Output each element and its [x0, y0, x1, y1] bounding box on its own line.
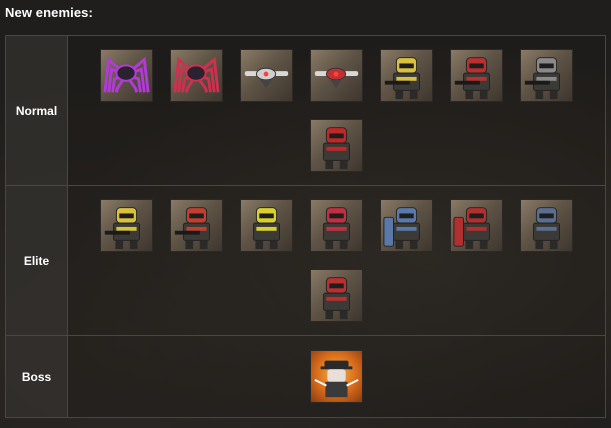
shield-bearer-blue-icon	[383, 207, 420, 250]
enemy-portrait[interactable]	[310, 49, 363, 102]
heavy-armor-blue-icon	[533, 207, 560, 250]
row-label-normal: Normal	[6, 36, 68, 185]
enemy-portrait[interactable]	[310, 199, 363, 252]
enemy-portrait[interactable]	[310, 269, 363, 322]
rifleman-red-hood-icon	[454, 57, 490, 100]
rifleman-grey-helmet-icon	[524, 57, 560, 100]
row-normal-portraits	[69, 36, 605, 185]
rifleman-yellow-icon	[384, 57, 420, 100]
enemy-portrait[interactable]	[450, 199, 503, 252]
section-heading: New enemies:	[5, 5, 93, 20]
heavy-gunner-yellow-icon	[104, 207, 140, 250]
gunslinger-boss-icon	[314, 360, 359, 398]
enemy-portrait[interactable]	[380, 199, 433, 252]
row-boss: Boss	[6, 336, 605, 417]
spider-drone-purple-icon	[103, 56, 150, 93]
enemy-portrait[interactable]	[170, 49, 223, 102]
enemy-portrait[interactable]	[520, 199, 573, 252]
mech-trooper-yellow-icon	[253, 207, 280, 250]
enemy-portrait[interactable]	[100, 49, 153, 102]
row-label-boss: Boss	[6, 336, 68, 417]
enemy-portrait[interactable]	[450, 49, 503, 102]
hover-drone-red-icon	[314, 67, 359, 89]
row-label-elite: Elite	[6, 186, 68, 335]
enemy-portrait[interactable]	[380, 49, 433, 102]
row-normal: Normal	[6, 36, 605, 186]
enemy-portrait[interactable]	[240, 49, 293, 102]
enemy-portrait[interactable]	[170, 199, 223, 252]
enemy-portrait[interactable]	[520, 49, 573, 102]
enemy-roster-table: Normal Elite Boss	[5, 35, 606, 418]
gasmask-soldier-red-icon	[323, 127, 350, 170]
shield-bearer-red-icon	[453, 207, 490, 250]
mech-trooper-red-icon	[323, 207, 350, 250]
enemy-portrait[interactable]	[310, 119, 363, 172]
enemy-portrait[interactable]	[100, 199, 153, 252]
enemy-portrait[interactable]	[310, 350, 363, 403]
row-elite-portraits	[69, 186, 605, 335]
spider-drone-red-icon	[173, 56, 220, 93]
hover-drone-white-icon	[244, 67, 289, 89]
enemy-portrait[interactable]	[240, 199, 293, 252]
heavy-gunner-red-icon	[174, 207, 210, 250]
row-elite: Elite	[6, 186, 605, 336]
row-boss-portraits	[69, 336, 605, 417]
cat-trooper-red-icon	[323, 277, 350, 320]
